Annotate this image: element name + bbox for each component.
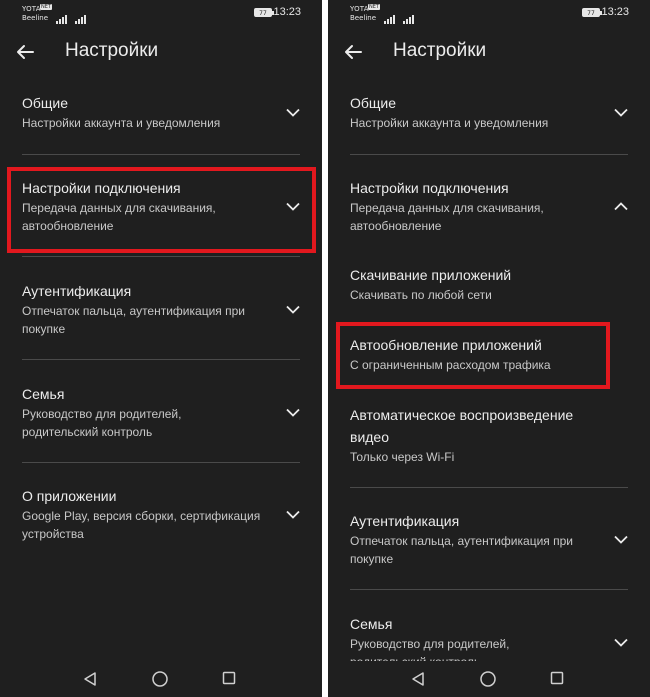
item-subtitle: Руководство для родителей, — [350, 637, 510, 651]
item-title: Настройки подключения — [350, 180, 509, 196]
settings-item-general[interactable]: Общие Настройки аккаунта и уведомления — [350, 92, 628, 132]
navigation-bar — [328, 661, 650, 697]
item-subtitle: Руководство для родителей, — [22, 407, 182, 421]
app-bar: Настройки — [328, 36, 650, 68]
carrier-1: YOTA — [350, 5, 369, 13]
nav-back-icon[interactable] — [82, 671, 98, 687]
nav-recent-apps-icon[interactable] — [222, 671, 236, 685]
divider — [22, 359, 300, 360]
carrier-2: Beeline — [22, 14, 49, 22]
item-subtitle: Отпечаток пальца, аутентификация при — [22, 304, 245, 318]
item-title: видео — [350, 429, 389, 445]
item-title: Общие — [22, 95, 69, 111]
page-title: Настройки — [393, 40, 487, 61]
item-subtitle: Настройки аккаунта и уведомления — [350, 116, 549, 130]
divider — [22, 256, 300, 257]
item-subtitle: покупке — [350, 552, 394, 566]
divider — [22, 462, 300, 463]
settings-item-family[interactable]: Семья Руководство для родителей, родител… — [22, 383, 300, 441]
divider — [350, 487, 628, 488]
settings-item-video-autoplay[interactable]: Автоматическое воспроизведение видео Тол… — [350, 404, 628, 466]
status-bar: YOTA NET Beeline 77 13:23 — [328, 0, 650, 26]
network-badge: NET — [40, 4, 52, 10]
phone-screen-left: YOTA NET Beeline 77 13:23 Настройки Общи… — [0, 0, 322, 697]
item-title: Общие — [350, 95, 397, 111]
settings-item-general[interactable]: Общие Настройки аккаунта и уведомления — [22, 92, 300, 132]
carrier-2: Beeline — [350, 14, 377, 22]
item-subtitle: Передача данных для скачивания, — [350, 201, 544, 215]
item-subtitle: родительский контроль — [22, 425, 153, 439]
item-title: О приложении — [22, 488, 117, 504]
chevron-down-icon[interactable] — [286, 408, 300, 417]
status-bar: YOTA NET Beeline 77 13:23 — [0, 0, 322, 26]
back-arrow-icon[interactable] — [342, 41, 364, 63]
signal-icon — [56, 5, 68, 24]
item-title: Автоматическое воспроизведение — [350, 407, 574, 423]
item-subtitle: покупке — [22, 322, 66, 336]
nav-home-icon[interactable] — [479, 670, 497, 688]
settings-item-authentication[interactable]: Аутентификация Отпечаток пальца, аутенти… — [350, 510, 628, 568]
chevron-down-icon[interactable] — [614, 108, 628, 117]
chevron-down-icon[interactable] — [286, 305, 300, 314]
item-subtitle: устройства — [22, 527, 84, 541]
highlight-box — [7, 167, 316, 253]
page-title: Настройки — [65, 40, 159, 61]
divider — [22, 154, 300, 155]
back-arrow-icon[interactable] — [14, 41, 36, 63]
signal-icon — [403, 5, 415, 24]
item-subtitle: Google Play, версия сборки, сертификация — [22, 509, 261, 523]
battery-icon: 77 — [582, 8, 602, 17]
signal-icon — [75, 5, 87, 24]
chevron-down-icon[interactable] — [286, 510, 300, 519]
nav-recent-apps-icon[interactable] — [550, 671, 564, 685]
item-title: Семья — [350, 616, 393, 632]
item-title: Семья — [22, 386, 65, 402]
settings-item-authentication[interactable]: Аутентификация Отпечаток пальца, аутенти… — [22, 280, 300, 338]
status-time: 13:23 — [601, 6, 629, 18]
item-title: Аутентификация — [22, 283, 132, 299]
network-badge: NET — [368, 4, 380, 10]
item-title: Аутентификация — [350, 513, 460, 529]
settings-item-about[interactable]: О приложении Google Play, версия сборки,… — [22, 485, 300, 543]
highlight-box — [336, 322, 610, 389]
chevron-down-icon[interactable] — [286, 108, 300, 117]
nav-home-icon[interactable] — [151, 670, 169, 688]
item-subtitle: Настройки аккаунта и уведомления — [22, 116, 221, 130]
chevron-up-icon[interactable] — [614, 202, 628, 211]
chevron-down-icon[interactable] — [614, 638, 628, 647]
divider — [350, 154, 628, 155]
settings-item-app-download[interactable]: Скачивание приложений Скачивать по любой… — [350, 264, 628, 304]
item-subtitle: автообновление — [350, 219, 442, 233]
item-subtitle: Скачивать по любой сети — [350, 288, 492, 302]
item-title: Скачивание приложений — [350, 267, 512, 283]
nav-back-icon[interactable] — [410, 671, 426, 687]
navigation-bar — [0, 661, 322, 697]
status-time: 13:23 — [273, 6, 301, 18]
signal-icon — [384, 5, 396, 24]
item-subtitle: Отпечаток пальца, аутентификация при — [350, 534, 573, 548]
chevron-down-icon[interactable] — [614, 535, 628, 544]
item-subtitle: Только через Wi-Fi — [350, 450, 455, 464]
battery-icon: 77 — [254, 8, 274, 17]
settings-item-connection[interactable]: Настройки подключения Передача данных дл… — [350, 177, 628, 235]
divider — [350, 589, 628, 590]
phone-screen-right: YOTA NET Beeline 77 13:23 Настройки Общи… — [328, 0, 650, 697]
app-bar: Настройки — [0, 36, 322, 68]
carrier-1: YOTA — [22, 5, 41, 13]
